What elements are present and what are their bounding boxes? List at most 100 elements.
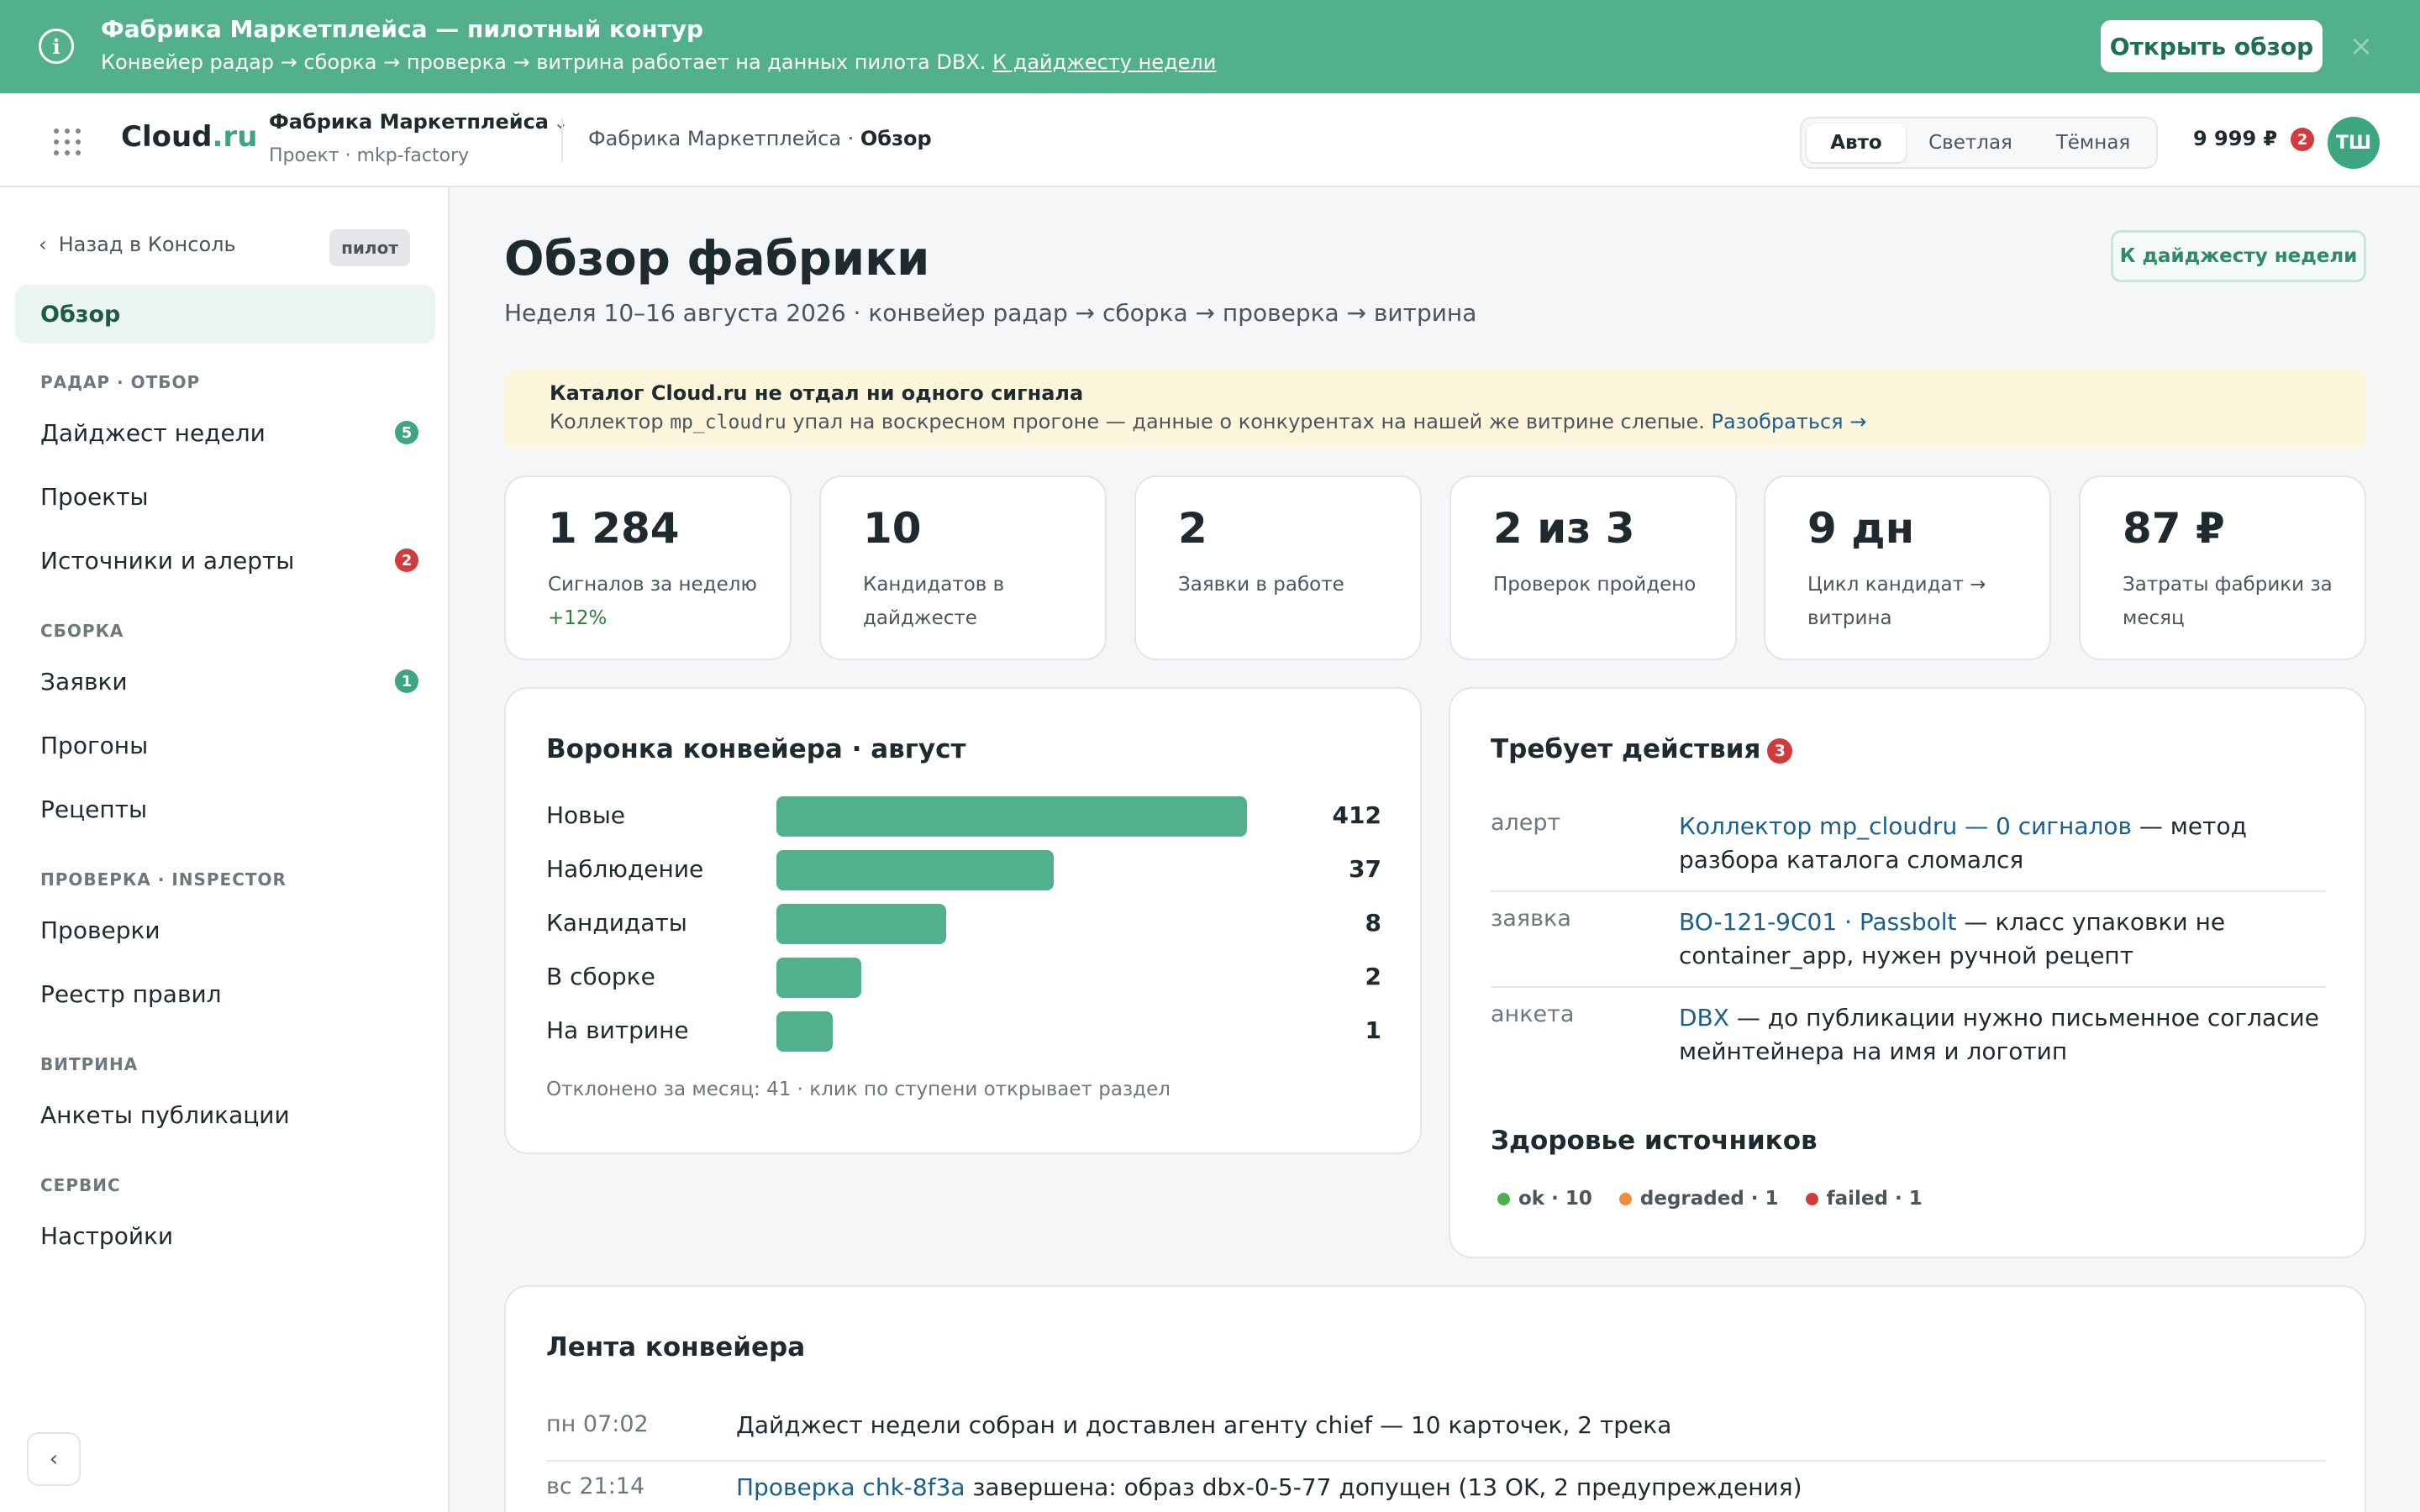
pilot-banner: i Фабрика Маркетплейса — пилотный контур… [0,0,2420,93]
funnel-bar [776,1011,833,1052]
sidebar-section-inspector: ПРОВЕРКА · INSPECTOR [40,869,287,890]
digest-button[interactable]: К дайджесту недели [2111,230,2366,282]
alert-text-after: упал на воскресном прогоне — данные о ко… [786,410,1712,433]
funnel-stage-label: На витрине [546,1016,689,1044]
theme-dark[interactable]: Тёмная [2035,123,2151,162]
kpi-value: 2 из 3 [1493,504,1635,553]
funnel-stage-value: 8 [1365,909,1381,937]
sidebar-item-label: Проекты [40,482,149,511]
logo[interactable]: Cloud.ru [121,120,257,154]
action-item[interactable]: анкета DBX — до публикации нужно письмен… [1491,996,2326,1084]
logo-main: Cloud [121,120,213,154]
action-item[interactable]: алерт Коллектор mp_cloudru — 0 сигналов … [1491,805,2326,892]
kpi-label-text: Сигналов за неделю [548,574,757,596]
kpi-label: Сигналов за неделю +12% [548,568,775,635]
catalog-alert: Каталог Cloud.ru не отдал ни одного сигн… [504,370,2366,449]
health-degraded[interactable]: degraded · 1 [1618,1188,1779,1210]
sidebar-item-label: Дайджест недели [40,418,266,447]
action-link[interactable]: Коллектор mp_cloudru — 0 сигналов [1679,812,2132,840]
alert-investigate-link[interactable]: Разобраться → [1711,410,1866,433]
kpi-card-candidates[interactable]: 10 Кандидатов в дайджесте [819,475,1107,660]
action-link[interactable]: BO-121-9C01 · Passbolt [1679,908,1957,936]
theme-switcher: Авто Светлая Тёмная [1800,117,2158,169]
feed-text: Дайджест недели собран и доставлен агент… [736,1411,1671,1439]
sidebar-item-runs[interactable]: Прогоны [40,720,418,770]
kpi-label: Проверок пройдено [1493,574,1697,596]
banner-digest-link[interactable]: К дайджесту недели [992,50,1216,74]
project-id: Проект · mkp-factory [269,145,470,166]
status-dot-icon [1618,1193,1632,1205]
funnel-stage-watch[interactable]: Наблюдение 37 [546,848,1381,890]
theme-auto[interactable]: Авто [1807,123,1906,162]
apps-grid-icon[interactable] [54,129,81,155]
funnel-stage-new[interactable]: Новые 412 [546,795,1381,837]
kpi-card-costs[interactable]: 87 ₽ Затраты фабрики за месяц [2079,475,2366,660]
sidebar-item-checks[interactable]: Проверки [40,905,418,955]
funnel-stage-showcase[interactable]: На витрине 1 [546,1010,1381,1052]
funnel-stage-label: Наблюдение [546,855,704,883]
kpi-label: Кандидатов в дайджесте [863,574,1005,629]
project-switcher[interactable]: Фабрика Маркетплейса⌄ [269,110,568,134]
sidebar-item-settings[interactable]: Настройки [40,1210,418,1261]
funnel-bar [776,904,946,944]
kpi-label: Затраты фабрики за месяц [2123,574,2333,629]
sidebar-item-digest[interactable]: Дайджест недели 5 [40,407,418,458]
sidebar-item-count: 5 [395,421,418,444]
sidebar-item-rules-registry[interactable]: Реестр правил [40,969,418,1019]
kpi-card-signals[interactable]: 1 284 Сигналов за неделю +12% [504,475,792,660]
sidebar-item-publication-forms[interactable]: Анкеты публикации [40,1089,418,1140]
back-to-console-link[interactable]: ‹ Назад в Консоль [39,233,236,256]
sidebar-item-label: Обзор [40,302,121,328]
chevron-left-icon: ‹ [39,233,47,256]
kpi-value: 10 [863,504,922,553]
sidebar-item-overview[interactable]: Обзор [15,285,435,344]
sidebar-item-label: Проверки [40,916,160,944]
kpi-card-cycle[interactable]: 9 дн Цикл кандидат → витрина [1764,475,2051,660]
close-icon[interactable]: × [2344,25,2378,67]
sidebar-section-radar: РАДАР · ОТБОР [40,372,201,392]
kpi-value: 1 284 [548,504,680,553]
action-item[interactable]: заявка BO-121-9C01 · Passbolt — класс уп… [1491,900,2326,988]
alert-title: Каталог Cloud.ru не отдал ни одного сигн… [550,381,1084,405]
sidebar-item-label: Заявки [40,667,128,696]
funnel-stage-value: 1 [1365,1016,1381,1044]
sidebar-item-projects[interactable]: Проекты [40,471,418,522]
feed-link[interactable]: Проверка chk-8f3a [736,1473,965,1501]
alert-code: mp_cloudru [670,412,786,433]
sidebar-item-sources-alerts[interactable]: Источники и алерты 2 [40,535,418,585]
sidebar-section-service: СЕРВИС [40,1175,121,1195]
sidebar-item-requests[interactable]: Заявки 1 [40,656,418,706]
health-ok[interactable]: ok · 10 [1497,1188,1592,1210]
sidebar-item-label: Прогоны [40,731,149,759]
breadcrumb: Фабрика Маркетплейса · Обзор [588,127,932,150]
funnel-stage-building[interactable]: В сборке 2 [546,956,1381,998]
source-health: ok · 10 degraded · 1 failed · 1 [1497,1188,1943,1210]
feed-item[interactable]: пн 07:02 Дайджест недели собран и достав… [546,1411,2326,1462]
funnel-stage-candidates[interactable]: Кандидаты 8 [546,902,1381,944]
banner-text: Конвейер радар → сборка → проверка → вит… [101,50,1216,74]
sidebar-item-label: Источники и алерты [40,546,295,575]
alert-text-before: Коллектор [550,410,671,433]
feed-item[interactable]: вс 21:14 Проверка chk-8f3a завершена: об… [546,1473,2326,1512]
balance[interactable]: 9 999 ₽ [2193,127,2277,150]
kpi-value: 9 дн [1807,504,1915,553]
project-name: Фабрика Маркетплейса [269,110,549,134]
action-kind: алерт [1491,810,1561,836]
health-failed[interactable]: failed · 1 [1805,1188,1923,1210]
page-subtitle: Неделя 10–16 августа 2026 · конвейер рад… [504,299,1477,327]
funnel-card: Воронка конвейера · август Новые 412 Наб… [504,687,1422,1154]
avatar[interactable]: ТШ [2328,117,2380,169]
kpi-card-requests[interactable]: 2 Заявки в работе [1134,475,1422,660]
collapse-sidebar-button[interactable]: ‹ [27,1432,81,1486]
theme-light[interactable]: Светлая [1911,123,2030,162]
alert-text: Коллектор mp_cloudru упал на воскресном … [550,410,1866,433]
open-overview-button[interactable]: Открыть обзор [2101,20,2323,72]
notifications-badge[interactable]: 2 [2291,128,2314,151]
action-text: DBX — до публикации нужно письменное сог… [1679,1001,2326,1068]
action-link[interactable]: DBX [1679,1004,1729,1032]
sidebar-item-recipes[interactable]: Рецепты [40,784,418,834]
breadcrumb-parent[interactable]: Фабрика Маркетплейса · [588,127,860,150]
kpi-card-checks[interactable]: 2 из 3 Проверок пройдено [1449,475,1737,660]
funnel-stage-label: Новые [546,801,626,829]
breadcrumb-current: Обзор [860,127,932,150]
